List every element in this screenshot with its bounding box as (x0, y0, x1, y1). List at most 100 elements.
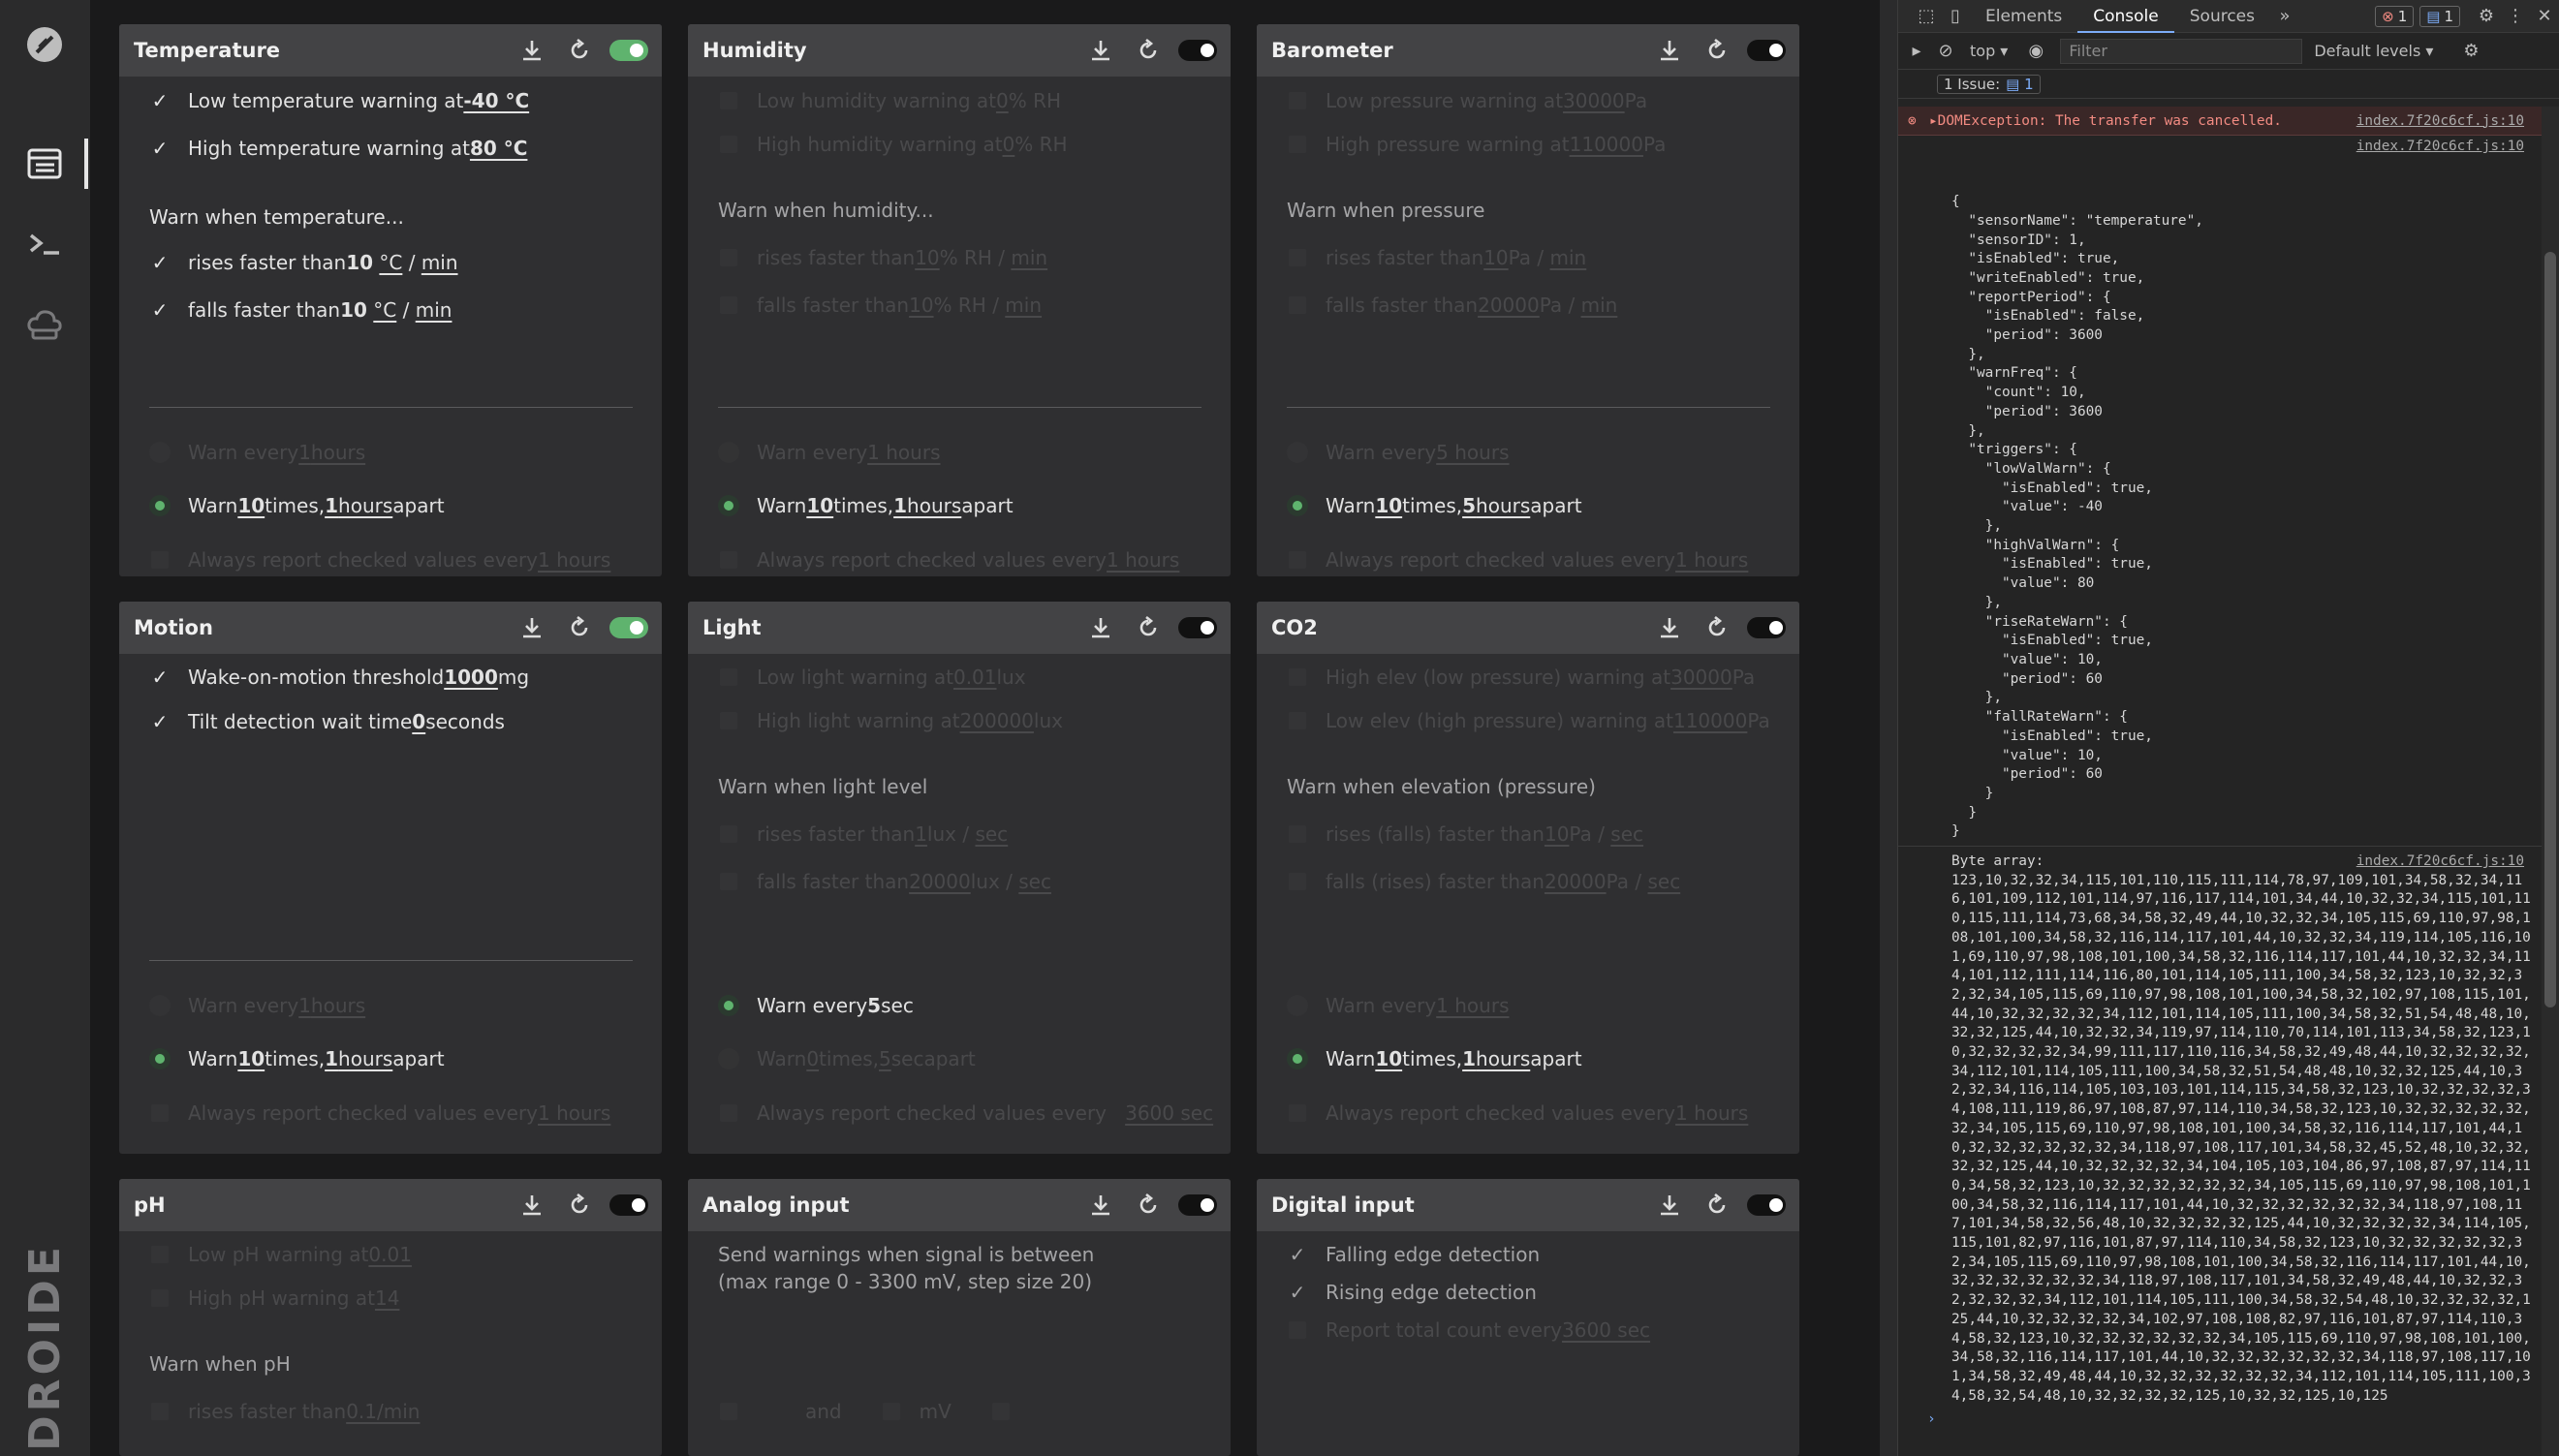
refresh-icon[interactable] (1700, 33, 1734, 68)
low-warning-row[interactable]: Low pressure warning at 30000 Pa (1287, 89, 1780, 112)
error-count-badge[interactable]: ⊗ 1 (2375, 5, 2415, 27)
download-icon[interactable] (515, 610, 549, 645)
refresh-icon[interactable] (562, 610, 597, 645)
main-scrollbar[interactable] (1880, 0, 1897, 1456)
source-link[interactable]: index.7f20c6cf.js:10 (2356, 113, 2524, 129)
falls-row[interactable]: falls faster than 20000 lux / sec (718, 870, 1211, 893)
refresh-icon[interactable] (1131, 33, 1166, 68)
report-row[interactable]: Always report checked values every 3600 … (718, 1101, 1213, 1125)
report-row[interactable]: Always report checked values every 1 hou… (149, 548, 642, 572)
clear-console-icon[interactable]: ⊘ (1931, 37, 1960, 66)
wake-threshold-row[interactable]: ✓ Wake-on-motion threshold 1000 mg (149, 666, 642, 689)
issues-bar[interactable]: 1 Issue: ▤ 1 (1898, 70, 2559, 99)
check-icon[interactable]: ✓ (1287, 1282, 1308, 1303)
refresh-icon[interactable] (1131, 610, 1166, 645)
refresh-icon[interactable] (562, 33, 597, 68)
analog-range-row[interactable]: and mV (718, 1400, 1211, 1423)
eye-icon[interactable]: ◉ (2021, 37, 2050, 66)
report-row[interactable]: Always report checked values every 1 hou… (1287, 548, 1780, 572)
source-link[interactable]: index.7f20c6cf.js:10 (2356, 852, 2524, 872)
download-icon[interactable] (515, 33, 549, 68)
enable-toggle[interactable] (1747, 617, 1786, 638)
console-settings-icon[interactable]: ⚙ (2456, 37, 2485, 66)
warn-every-row[interactable]: Warn every 1 hours (149, 994, 642, 1017)
checkbox[interactable] (149, 549, 171, 571)
low-warning-row[interactable]: Low humidity warning at 0 % RH (718, 89, 1211, 112)
high-warning-row[interactable]: High pH warning at 14 (149, 1286, 642, 1310)
refresh-icon[interactable] (1700, 1188, 1734, 1223)
high-warning-row[interactable]: High light warning at 200000 lux (718, 709, 1211, 732)
warn-every-row[interactable]: Warn every 1 hours (1287, 994, 1780, 1017)
download-icon[interactable] (1652, 33, 1687, 68)
console-scrollbar[interactable] (2542, 107, 2559, 1456)
high-warning-row[interactable]: ✓ High temperature warning at 80 °C (149, 137, 642, 160)
high-warning-row[interactable]: Low elev (high pressure) warning at 1100… (1287, 709, 1780, 732)
check-icon[interactable]: ✓ (149, 711, 171, 732)
context-select[interactable]: top ▾ (1970, 42, 2008, 60)
check-icon[interactable]: ✓ (149, 90, 171, 111)
radio-selected[interactable] (149, 495, 171, 516)
falling-edge-row[interactable]: ✓ Falling edge detection (1287, 1243, 1780, 1266)
warn-times-row[interactable]: Warn 10 times, 1 hours apart (149, 1047, 642, 1070)
warn-every-row[interactable]: Warn every 5 hours (1287, 441, 1780, 464)
low-warning-row[interactable]: Low pH warning at 0.01 (149, 1243, 642, 1266)
tab-sources[interactable]: Sources (2174, 0, 2270, 33)
enable-toggle[interactable] (1747, 1194, 1786, 1216)
rises-row[interactable]: ✓ rises faster than 10 °C / min (149, 251, 642, 274)
inspect-icon[interactable]: ⬚ (1912, 2, 1941, 31)
kebab-menu-icon[interactable]: ⋮ (2501, 2, 2530, 31)
settings-gear-icon[interactable]: ⚙ (2472, 2, 2501, 31)
report-count-row[interactable]: Report total count every 3600 sec (1287, 1318, 1780, 1342)
low-warning-row[interactable]: High elev (low pressure) warning at 3000… (1287, 666, 1780, 689)
falls-row[interactable]: ✓ falls faster than 10 °C / min (149, 298, 642, 322)
rises-row[interactable]: rises (falls) faster than 10 Pa / sec (1287, 822, 1780, 846)
high-value[interactable]: 80 °C (470, 137, 527, 160)
sidebar-toggle-icon[interactable]: ▸ (1902, 37, 1931, 66)
warn-times-row[interactable]: Warn 10 times, 1 hours apart (718, 494, 1211, 517)
warn-times-row[interactable]: Warn 10 times, 1 hours apart (1287, 1047, 1780, 1070)
falls-row[interactable]: falls faster than 10 % RH / min (718, 294, 1211, 317)
rises-row[interactable]: rises faster than 10 % RH / min (718, 246, 1211, 269)
download-icon[interactable] (515, 1188, 549, 1223)
falls-row[interactable]: falls (rises) faster than 20000 Pa / sec (1287, 870, 1780, 893)
check-icon[interactable]: ✓ (149, 252, 171, 273)
report-row[interactable]: Always report checked values every 1 hou… (1287, 1101, 1780, 1125)
enable-toggle[interactable] (609, 40, 648, 61)
dashboard-icon[interactable] (19, 139, 70, 189)
enable-toggle[interactable] (1178, 40, 1217, 61)
warn-times-row[interactable]: Warn 10 times, 5 hours apart (1287, 494, 1780, 517)
message-count-badge[interactable]: ▤ 1 (2419, 5, 2460, 27)
console-json-log[interactable]: index.7f20c6cf.js:10 { "sensorName": "te… (1898, 136, 2542, 842)
high-warning-row[interactable]: High pressure warning at 110000 Pa (1287, 133, 1780, 156)
tab-console[interactable]: Console (2077, 0, 2174, 33)
source-link[interactable]: index.7f20c6cf.js:10 (2356, 138, 2524, 157)
terminal-icon[interactable] (19, 219, 70, 269)
refresh-icon[interactable] (1131, 1188, 1166, 1223)
check-icon[interactable]: ✓ (149, 666, 171, 688)
refresh-icon[interactable] (562, 1188, 597, 1223)
levels-select[interactable]: Default levels ▾ (2314, 42, 2433, 60)
logo-icon[interactable] (19, 19, 70, 70)
rises-row[interactable]: rises faster than 1 lux / sec (718, 822, 1211, 846)
radio[interactable] (149, 442, 171, 463)
refresh-icon[interactable] (1700, 610, 1734, 645)
high-warning-row[interactable]: High humidity warning at 0 % RH (718, 133, 1211, 156)
enable-toggle[interactable] (609, 617, 648, 638)
check-icon[interactable]: ✓ (149, 138, 171, 159)
tab-elements[interactable]: Elements (1970, 0, 2077, 33)
report-row[interactable]: Always report checked values every 1 hou… (718, 548, 1211, 572)
close-icon[interactable]: ✕ (2530, 2, 2559, 31)
rises-row[interactable]: rises faster than 0.1 /min (149, 1400, 642, 1423)
download-icon[interactable] (1083, 610, 1118, 645)
console-byte-array-log[interactable]: Byte array: index.7f20c6cf.js:10 123,10,… (1898, 846, 2542, 1406)
cloud-icon[interactable] (19, 299, 70, 350)
check-icon[interactable]: ✓ (149, 299, 171, 321)
check-icon[interactable]: ✓ (1287, 1244, 1308, 1265)
enable-toggle[interactable] (1178, 617, 1217, 638)
low-warning-row[interactable]: ✓ Low temperature warning at -40 °C (149, 89, 642, 112)
device-toolbar-icon[interactable]: ▯ (1941, 2, 1970, 31)
warn-times-row[interactable]: Warn 0 times, 5 sec apart (718, 1047, 1211, 1070)
tilt-wait-row[interactable]: ✓ Tilt detection wait time 0 seconds (149, 710, 642, 733)
report-row[interactable]: Always report checked values every 1 hou… (149, 1101, 642, 1125)
download-icon[interactable] (1652, 1188, 1687, 1223)
